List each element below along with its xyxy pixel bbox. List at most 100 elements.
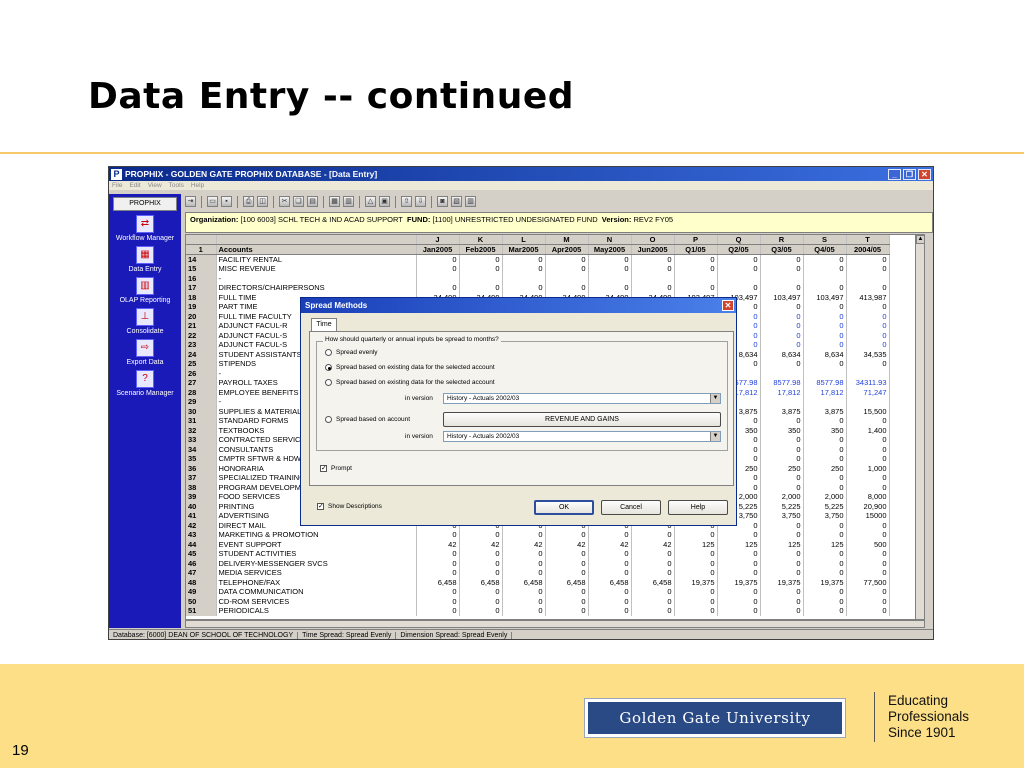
value-cell[interactable]	[760, 273, 804, 283]
value-cell[interactable]: 0	[459, 254, 503, 264]
value-cell[interactable]	[760, 397, 804, 407]
nav-item-scenario-manager[interactable]: ? Scenario Manager	[109, 370, 181, 397]
value-cell[interactable]: 8,634	[803, 349, 847, 359]
value-cell[interactable]: 0	[846, 264, 890, 274]
value-cell[interactable]	[631, 273, 675, 283]
value-cell[interactable]: 0	[846, 359, 890, 369]
value-cell[interactable]: 19,375	[803, 577, 847, 587]
value-cell[interactable]: 0	[803, 549, 847, 559]
column-letter[interactable]: M	[545, 235, 589, 245]
value-cell[interactable]	[760, 368, 804, 378]
value-cell[interactable]: 0	[846, 311, 890, 321]
value-cell[interactable]: 0	[459, 587, 503, 597]
value-cell[interactable]: 0	[588, 568, 632, 578]
value-cell[interactable]: 0	[846, 283, 890, 293]
value-cell[interactable]: 0	[717, 530, 761, 540]
value-cell[interactable]: 0	[803, 302, 847, 312]
value-cell[interactable]: 0	[502, 549, 546, 559]
value-cell[interactable]: 0	[803, 596, 847, 606]
value-cell[interactable]: 0	[760, 454, 804, 464]
menu-tools[interactable]: Tools	[169, 182, 184, 189]
column-letter[interactable]: T	[846, 235, 890, 245]
value-cell[interactable]: 0	[846, 473, 890, 483]
value-cell[interactable]: 5,225	[760, 501, 804, 511]
value-cell[interactable]: 0	[545, 264, 589, 274]
value-cell[interactable]: 0	[502, 587, 546, 597]
value-cell[interactable]: 0	[760, 311, 804, 321]
restore-button[interactable]: ❐	[903, 168, 916, 180]
value-cell[interactable]	[846, 397, 890, 407]
value-cell[interactable]: 3,875	[760, 406, 804, 416]
value-cell[interactable]: 19,375	[674, 577, 718, 587]
value-cell[interactable]: 0	[674, 283, 718, 293]
value-cell[interactable]: 5,225	[803, 501, 847, 511]
value-cell[interactable]: 0	[588, 558, 632, 568]
value-cell[interactable]: 6,458	[631, 577, 675, 587]
value-cell[interactable]: 413,987	[846, 292, 890, 302]
account-select-button[interactable]: REVENUE AND GAINS	[443, 412, 721, 427]
column-letter[interactable]: K	[459, 235, 503, 245]
spread-on-account-option[interactable]: Spread based on account	[325, 416, 410, 423]
nav-item-workflow-manager[interactable]: ⇄ Workflow Manager	[109, 215, 181, 242]
value-cell[interactable]: 0	[545, 530, 589, 540]
value-cell[interactable]: 0	[674, 549, 718, 559]
paste-icon[interactable]: ▤	[307, 196, 318, 207]
value-cell[interactable]: 0	[846, 558, 890, 568]
value-cell[interactable]: 0	[846, 444, 890, 454]
value-cell[interactable]: 0	[803, 311, 847, 321]
ok-button[interactable]: OK	[534, 500, 594, 515]
print-preview-icon[interactable]: ◫	[257, 196, 268, 207]
value-cell[interactable]: 0	[717, 254, 761, 264]
value-cell[interactable]: 0	[545, 283, 589, 293]
value-cell[interactable]: 0	[846, 587, 890, 597]
value-cell[interactable]: 0	[803, 520, 847, 530]
value-cell[interactable]: 0	[588, 283, 632, 293]
value-cell[interactable]: 0	[459, 264, 503, 274]
value-cell[interactable]: 42	[588, 539, 632, 549]
value-cell[interactable]: 0	[846, 254, 890, 264]
value-cell[interactable]: 0	[674, 264, 718, 274]
value-cell[interactable]: 0	[803, 321, 847, 331]
value-cell[interactable]: 42	[545, 539, 589, 549]
menu-help[interactable]: Help	[191, 182, 204, 189]
value-cell[interactable]: 0	[459, 596, 503, 606]
value-cell[interactable]: 3,750	[803, 511, 847, 521]
save-icon[interactable]: ▪	[221, 196, 232, 207]
value-cell[interactable]: 8,634	[760, 349, 804, 359]
value-cell[interactable]: 0	[717, 606, 761, 616]
column-letter[interactable]: R	[760, 235, 804, 245]
value-cell[interactable]: 17,812	[803, 387, 847, 397]
value-cell[interactable]	[717, 273, 761, 283]
value-cell[interactable]: 0	[674, 587, 718, 597]
value-cell[interactable]	[545, 273, 589, 283]
value-cell[interactable]	[416, 273, 460, 283]
value-cell[interactable]: 0	[502, 530, 546, 540]
value-cell[interactable]: 0	[631, 596, 675, 606]
value-cell[interactable]: 0	[803, 482, 847, 492]
close-window-button[interactable]: ✕	[918, 168, 931, 180]
column-letter[interactable]: L	[502, 235, 546, 245]
value-cell[interactable]: 0	[803, 568, 847, 578]
value-cell[interactable]: 8577.98	[760, 378, 804, 388]
value-cell[interactable]: 0	[760, 416, 804, 426]
value-cell[interactable]: 8577.98	[803, 378, 847, 388]
spread-existing-selected-option[interactable]: Spread based on existing data for the se…	[325, 364, 495, 371]
value-cell[interactable]: 0	[803, 264, 847, 274]
value-cell[interactable]: 0	[631, 283, 675, 293]
value-cell[interactable]: 0	[846, 321, 890, 331]
value-cell[interactable]: 0	[760, 473, 804, 483]
prompt-checkbox[interactable]: ✓	[320, 465, 327, 472]
value-cell[interactable]: 15,500	[846, 406, 890, 416]
grid-icon[interactable]: ▦	[329, 196, 340, 207]
nav-item-data-entry[interactable]: ▦ Data Entry	[109, 246, 181, 273]
value-cell[interactable]: 0	[588, 549, 632, 559]
value-cell[interactable]: 0	[631, 549, 675, 559]
calculator-icon[interactable]: ▣	[379, 196, 390, 207]
value-cell[interactable]: 1,400	[846, 425, 890, 435]
value-cell[interactable]: 3,750	[760, 511, 804, 521]
value-cell[interactable]: 0	[631, 264, 675, 274]
value-cell[interactable]: 0	[760, 568, 804, 578]
value-cell[interactable]: 0	[846, 596, 890, 606]
value-cell[interactable]: 2,000	[803, 492, 847, 502]
value-cell[interactable]: 0	[846, 435, 890, 445]
